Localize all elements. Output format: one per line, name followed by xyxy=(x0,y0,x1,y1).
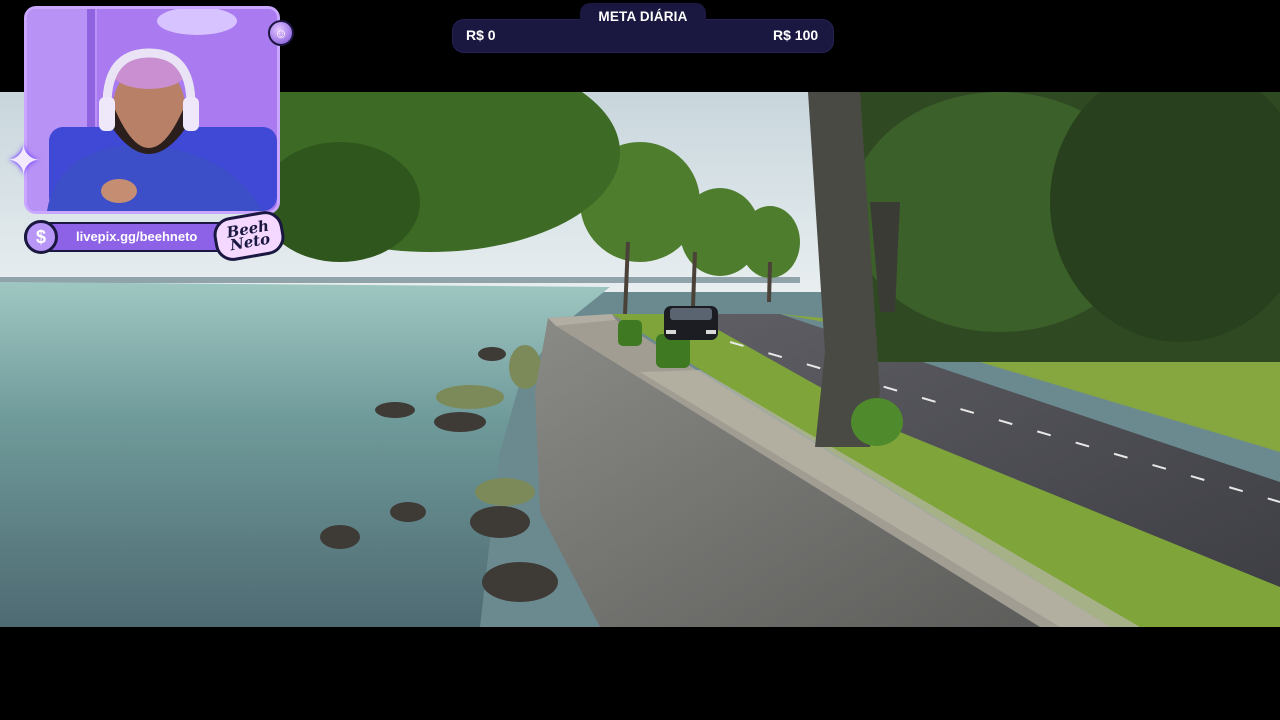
streamer-cam xyxy=(27,9,277,211)
donation-url: livepix.gg/beehneto xyxy=(76,229,198,244)
emoji-face-icon: ☺ xyxy=(268,20,294,46)
webcam-overlay xyxy=(24,6,280,214)
car xyxy=(664,306,718,340)
sparkle-icon: ✦ xyxy=(6,137,42,184)
goal-max-label: R$ 100 xyxy=(773,27,819,43)
goal-title: META DIÁRIA xyxy=(580,3,706,29)
goal-min-label: R$ 0 xyxy=(466,27,496,43)
dollar-coin-icon: $ xyxy=(24,220,58,254)
